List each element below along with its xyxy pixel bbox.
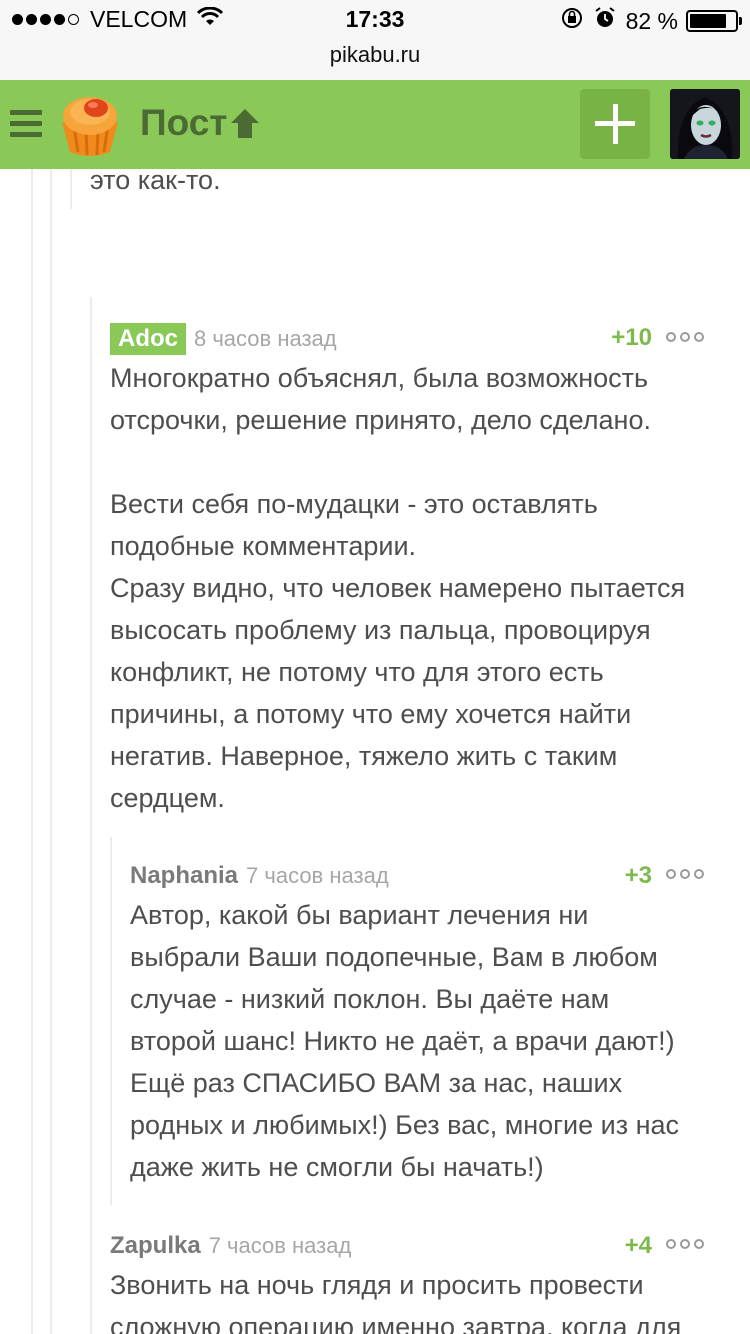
comment-author[interactable]: Zapulka <box>110 1232 201 1260</box>
more-options-icon[interactable] <box>666 869 708 879</box>
comment-line: причины, а потому что ему хочется найти <box>110 699 632 729</box>
comment-rating: +4 <box>624 1232 652 1259</box>
thread-line <box>90 297 92 1334</box>
comment-line: сложную операцию именно завтра, когда дл… <box>110 1312 682 1334</box>
comments-area: это как-то. Adoc 8 часов назад +10 Много… <box>0 169 750 1334</box>
pikabu-logo[interactable] <box>56 92 124 158</box>
more-options-icon[interactable] <box>666 1239 708 1249</box>
comment-line: даже жить не смогли бы начать!) <box>130 1152 544 1182</box>
comment-header: Zapulka 7 часов назад <box>110 1229 351 1263</box>
comment-line: отсрочки, решение принято, дело сделано. <box>110 405 651 435</box>
user-avatar[interactable] <box>670 89 740 159</box>
comment-line: Сразу видно, что человек намерено пытает… <box>110 573 686 603</box>
address-bar-url[interactable]: pikabu.ru <box>0 42 750 68</box>
comment-line: Звонить на ночь глядя и просить провести <box>110 1270 644 1300</box>
comment-line: Многократно объяснял, была возможность <box>110 363 649 393</box>
thread-line <box>31 169 33 1334</box>
previous-comment-tail: это как-то. <box>90 169 221 195</box>
comment-line: Автор, какой бы вариант лечения ни <box>130 900 589 930</box>
comment-line: родных и любимых!) Без вас, многие из на… <box>130 1110 680 1140</box>
arrow-up-icon[interactable] <box>228 106 262 140</box>
comment-time[interactable]: 8 часов назад <box>194 326 337 352</box>
comment-line: конфликт, не потому что для этого есть <box>110 657 604 687</box>
battery-fill <box>690 14 727 28</box>
comment-line: второй шанс! Никто не даёт, а врачи дают… <box>130 1026 675 1056</box>
status-bar: VELCOM 17:33 82 % pikabu.ru <box>0 0 750 80</box>
comment-author[interactable]: Adoc <box>110 323 186 355</box>
comment-line: подобные комментарии. <box>110 531 417 561</box>
comment-rating: +10 <box>611 324 652 351</box>
thread-line <box>50 169 52 1334</box>
thread-line <box>70 169 72 209</box>
comment-body: Автор, какой бы вариант лечения ни выбра… <box>130 894 745 1188</box>
comment-rating: +3 <box>624 862 652 889</box>
comment-line: Вести себя по-мудацки - это оставлять <box>110 489 598 519</box>
comment-line: сердцем. <box>110 783 225 813</box>
app-header: Пост <box>0 80 750 169</box>
comment-header: Adoc 8 часов назад <box>110 322 337 356</box>
menu-icon[interactable] <box>10 110 42 138</box>
more-options-icon[interactable] <box>666 332 708 342</box>
comment-line: высосать проблему из пальца, провоцируя <box>110 615 651 645</box>
alarm-icon <box>594 7 616 35</box>
page-title: Пост <box>140 102 228 143</box>
orientation-lock-icon <box>560 6 584 36</box>
comment-line: случае - низкий поклон. Вы даёте нам <box>130 984 610 1014</box>
add-post-button[interactable] <box>580 89 650 159</box>
comment-line <box>110 441 740 483</box>
comment-header: Naphania 7 часов назад <box>130 859 389 893</box>
comment-line: Ещё раз СПАСИБО ВАМ за нас, наших <box>130 1068 623 1098</box>
status-right: 82 % <box>560 6 742 36</box>
thread-line <box>110 837 112 1205</box>
comment-line: негатив. Наверное, тяжело жить с таким <box>110 741 618 771</box>
comment-time[interactable]: 7 часов назад <box>209 1233 352 1259</box>
comment-author[interactable]: Naphania <box>130 862 238 890</box>
comment-line: выбрали Ваши подопечные, Вам в любом <box>130 942 658 972</box>
comment-body: Многократно объяснял, была возможность о… <box>110 357 740 819</box>
battery-percent: 82 % <box>625 7 678 34</box>
comment-time[interactable]: 7 часов назад <box>246 863 389 889</box>
battery-icon <box>686 10 742 32</box>
comment-body: Звонить на ночь глядя и просить провести… <box>110 1264 740 1334</box>
